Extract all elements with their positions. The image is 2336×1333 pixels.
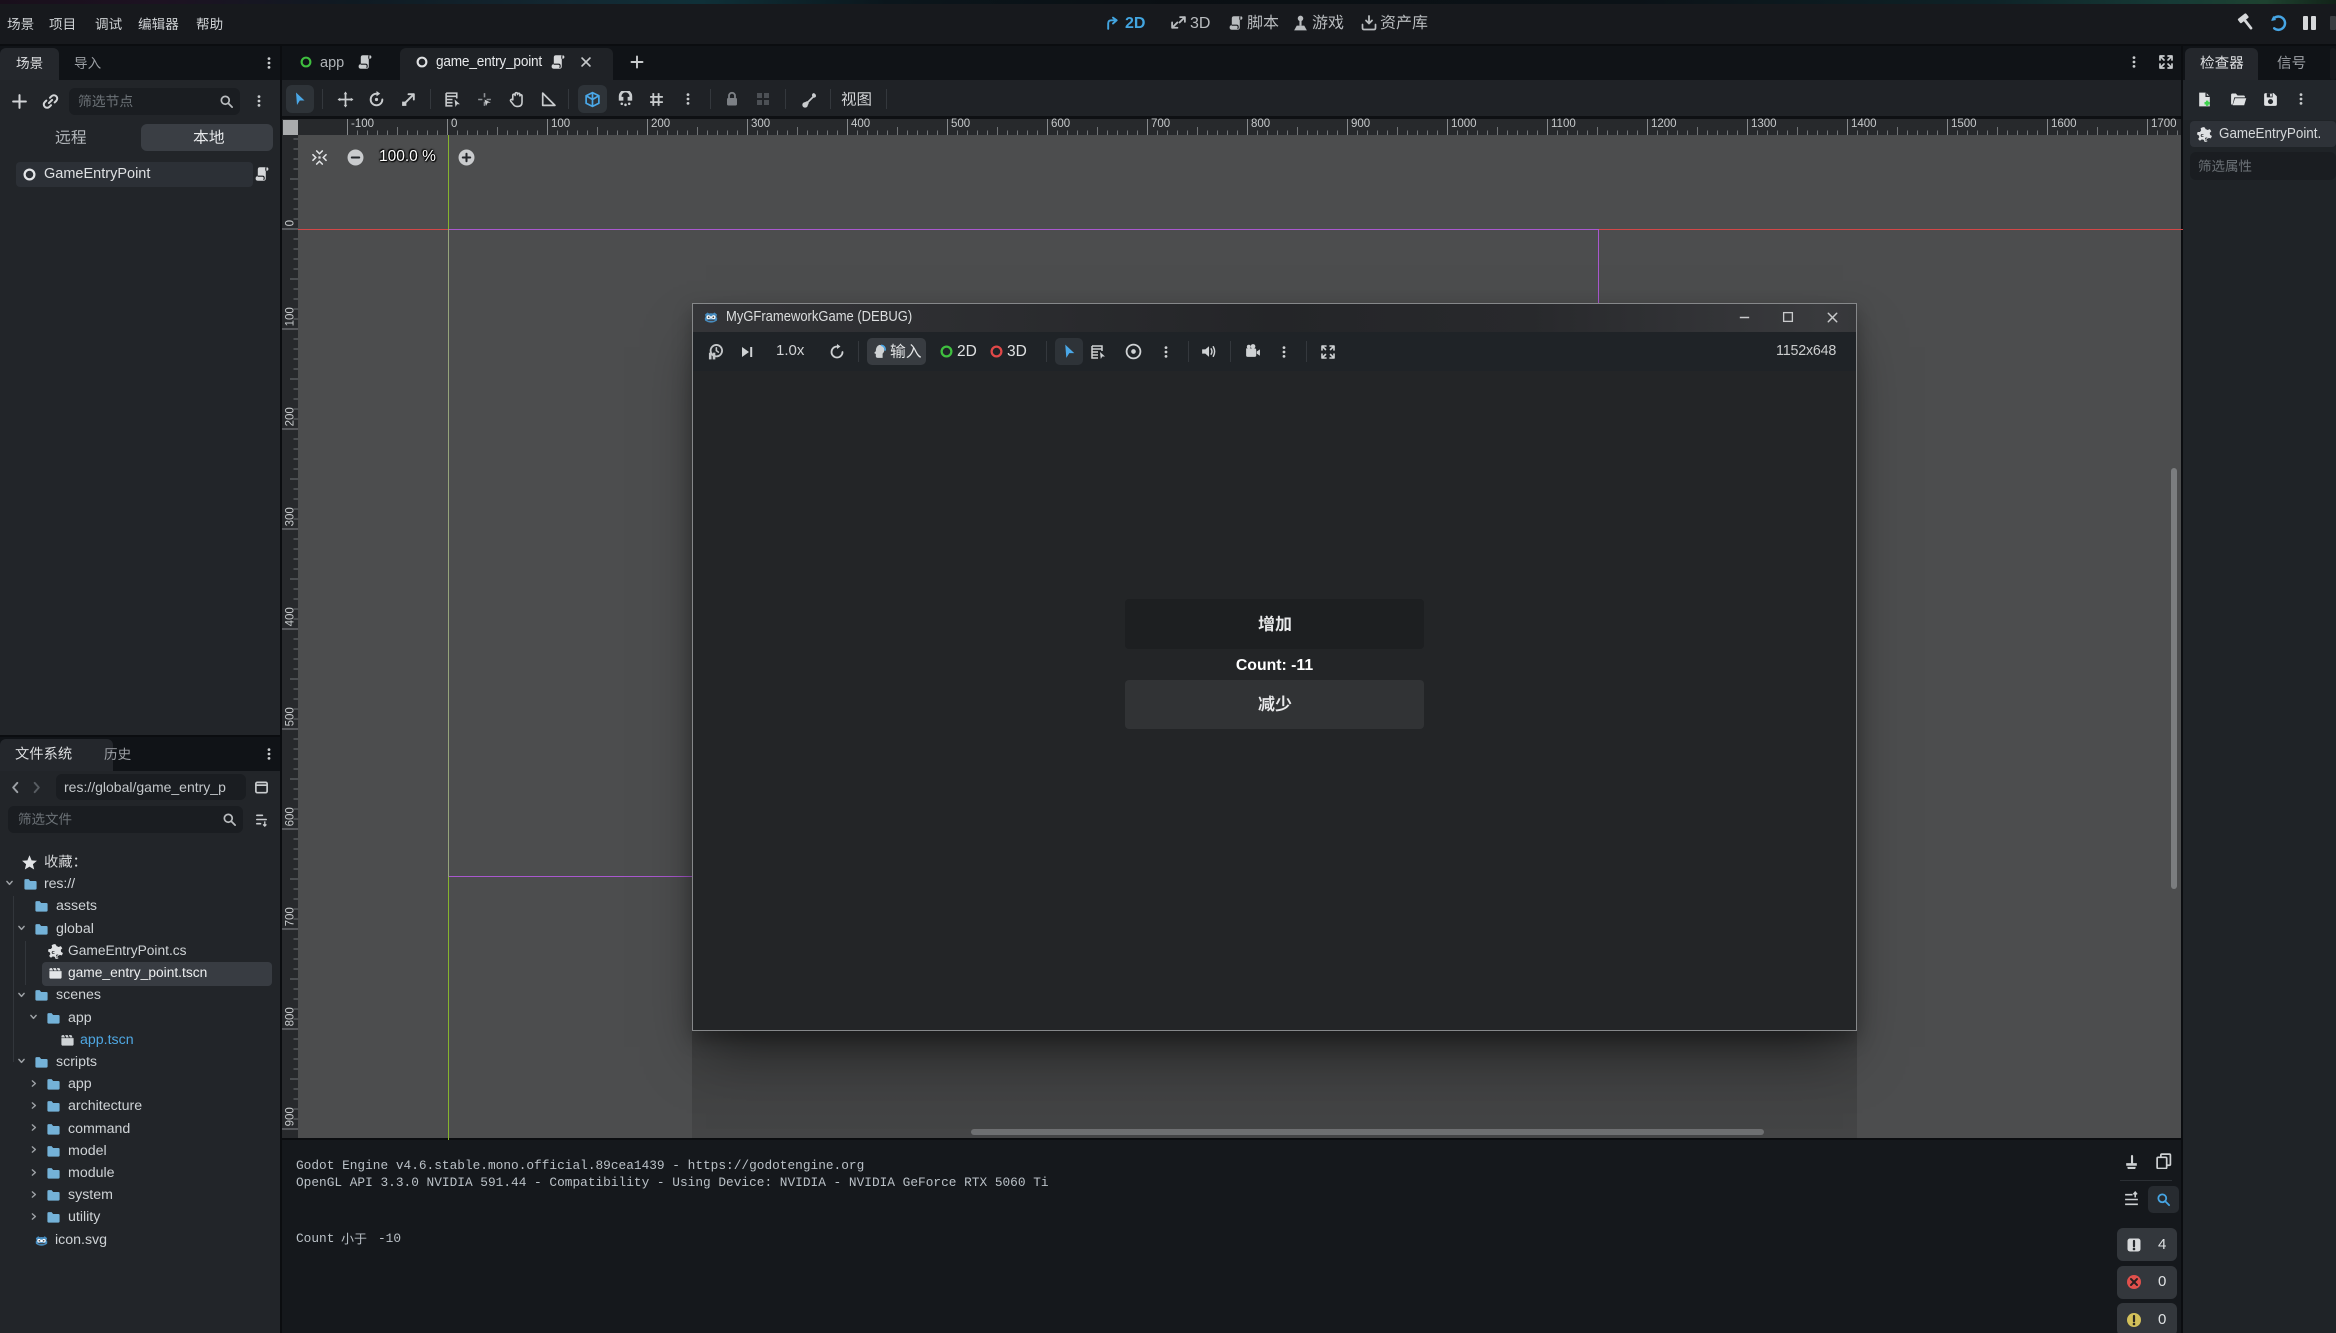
svg-text:s: s [2204,136,2207,142]
